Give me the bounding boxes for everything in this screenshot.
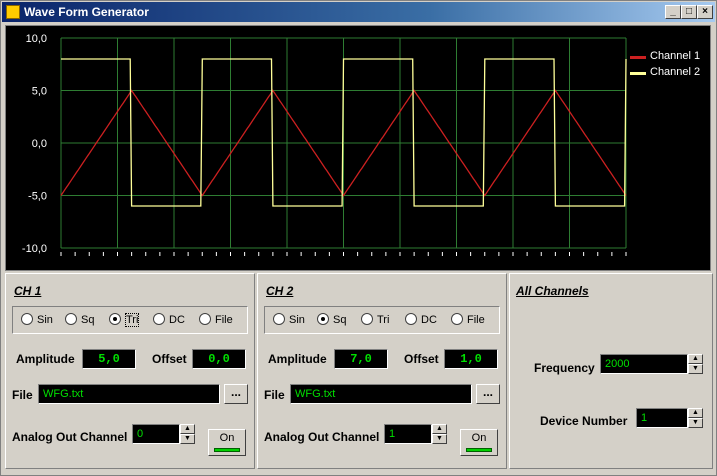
spin-down-icon[interactable]: ▼ — [432, 434, 447, 444]
y-tick-label: -10,0 — [22, 243, 47, 255]
legend: Channel 1 Channel 2 — [628, 50, 700, 82]
ch1-radio-sq[interactable]: Sq — [65, 313, 94, 326]
ch1-on-button[interactable]: On — [208, 429, 246, 456]
ch2-browse-button[interactable]: ... — [476, 384, 500, 404]
spin-up-icon[interactable]: ▲ — [688, 354, 703, 364]
ch1-analog-label: Analog Out Channel — [12, 430, 128, 444]
spin-up-icon[interactable]: ▲ — [180, 424, 195, 434]
plot-svg: 10,0 5,0 0,0 -5,0 -10,0 — [22, 33, 627, 256]
spin-down-icon[interactable]: ▼ — [180, 434, 195, 444]
ch2-file-input[interactable]: WFG.txt — [290, 384, 472, 404]
frequency-input[interactable]: 2000 — [600, 354, 688, 374]
window-title: Wave Form Generator — [24, 5, 149, 19]
ch1-radio-file[interactable]: File — [199, 313, 233, 326]
ch1-radio-dc[interactable]: DC — [153, 313, 185, 326]
close-button[interactable]: × — [697, 5, 713, 19]
y-tick-label: 0,0 — [32, 138, 47, 150]
ch2-led-indicator — [466, 448, 492, 452]
app-icon — [6, 5, 20, 19]
ch2-file-label: File — [264, 388, 285, 402]
ch2-radio-dc[interactable]: DC — [405, 313, 437, 326]
ch1-heading: CH 1 — [14, 284, 42, 298]
ch1-radio-sin[interactable]: Sin — [21, 313, 53, 326]
ch1-offset-label: Offset — [152, 352, 187, 366]
ch1-radio-tri[interactable]: Tri — [109, 313, 140, 327]
ch2-radio-file[interactable]: File — [451, 313, 485, 326]
ch2-radio-sq[interactable]: Sq — [317, 313, 346, 326]
device-number-input[interactable]: 1 — [636, 408, 688, 428]
legend-label: Channel 2 — [650, 66, 701, 78]
ch2-panel: CH 2 Sin Sq Tri DC File Amplitude 7,0 Of… — [257, 273, 507, 469]
ch2-radio-tri[interactable]: Tri — [361, 313, 389, 326]
ch2-analog-spinner[interactable]: ▲ ▼ — [432, 424, 447, 444]
y-tick-label: 10,0 — [26, 33, 47, 45]
legend-item-channel-2: Channel 2 — [628, 66, 700, 82]
ch1-on-label: On — [219, 432, 235, 444]
ch2-on-button[interactable]: On — [460, 429, 498, 456]
ch2-amplitude-field[interactable]: 7,0 — [334, 349, 388, 369]
device-number-label: Device Number — [540, 414, 628, 428]
device-number-spinner[interactable]: ▲ ▼ — [688, 408, 703, 428]
ch1-offset-field[interactable]: 0,0 — [192, 349, 246, 369]
ch2-heading: CH 2 — [266, 284, 294, 298]
ch2-on-label: On — [471, 432, 487, 444]
ch1-browse-button[interactable]: ... — [224, 384, 248, 404]
ch2-radio-sin[interactable]: Sin — [273, 313, 305, 326]
maximize-button[interactable]: □ — [681, 5, 697, 19]
spin-up-icon[interactable]: ▲ — [432, 424, 447, 434]
ch1-waveform-group: Sin Sq Tri DC File — [12, 306, 248, 334]
waveform-plot: 10,0 5,0 0,0 -5,0 -10,0 Channel 1 Channel 2 — [5, 25, 711, 271]
ch1-file-input[interactable]: WFG.txt — [38, 384, 220, 404]
ch1-analog-channel-input[interactable]: 0 — [132, 424, 180, 444]
legend-label: Channel 1 — [650, 50, 701, 62]
frequency-spinner[interactable]: ▲ ▼ — [688, 354, 703, 374]
minimize-button[interactable]: _ — [665, 5, 681, 19]
ch1-file-label: File — [12, 388, 33, 402]
spin-down-icon[interactable]: ▼ — [688, 418, 703, 428]
ch2-offset-label: Offset — [404, 352, 439, 366]
spin-down-icon[interactable]: ▼ — [688, 364, 703, 374]
ch1-led-indicator — [214, 448, 240, 452]
frequency-label: Frequency — [534, 361, 595, 375]
ch2-waveform-group: Sin Sq Tri DC File — [264, 306, 500, 334]
ch1-panel: CH 1 Sin Sq Tri DC File Amplitude 5,0 Of… — [5, 273, 255, 469]
y-tick-label: 5,0 — [32, 86, 47, 98]
ch1-analog-spinner[interactable]: ▲ ▼ — [180, 424, 195, 444]
all-channels-panel: All Channels Frequency 2000 ▲ ▼ Device Nu… — [509, 273, 713, 469]
ch1-amplitude-label: Amplitude — [16, 352, 75, 366]
legend-item-channel-1: Channel 1 — [628, 50, 700, 66]
spin-up-icon[interactable]: ▲ — [688, 408, 703, 418]
ch2-analog-label: Analog Out Channel — [264, 430, 380, 444]
main-window: Wave Form Generator _ □ × 10,0 5,0 0,0 -5,0… — [0, 0, 717, 476]
ch1-amplitude-field[interactable]: 5,0 — [82, 349, 136, 369]
all-channels-heading: All Channels — [516, 284, 589, 298]
ch2-analog-channel-input[interactable]: 1 — [384, 424, 432, 444]
ch2-offset-field[interactable]: 1,0 — [444, 349, 498, 369]
y-tick-label: -5,0 — [28, 191, 47, 203]
ch2-amplitude-label: Amplitude — [268, 352, 327, 366]
title-bar[interactable]: Wave Form Generator _ □ × — [2, 2, 715, 22]
